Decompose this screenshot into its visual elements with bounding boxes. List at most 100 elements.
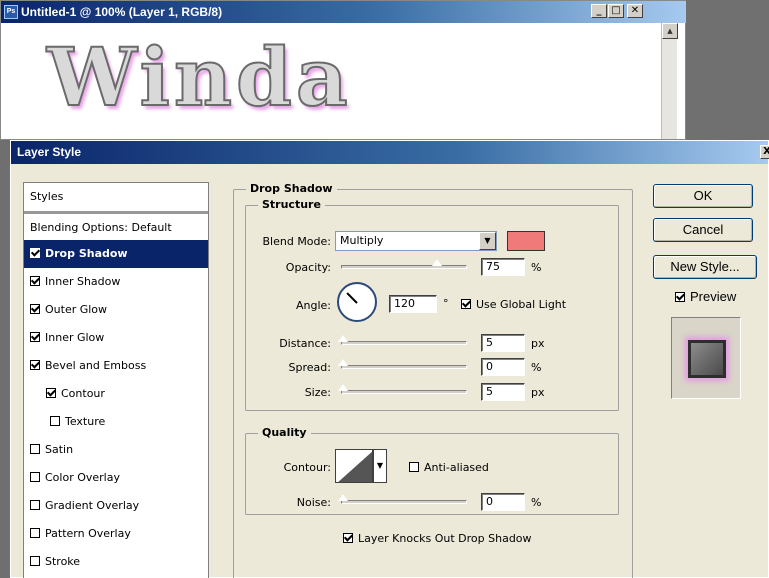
scroll-up-arrow-icon[interactable]: ▲ xyxy=(662,23,678,39)
distance-label: Distance: xyxy=(279,337,331,350)
blend-mode-select[interactable]: Multiply ▼ xyxy=(335,231,497,251)
use-global-light-label: Use Global Light xyxy=(476,298,567,311)
checkbox-checked-icon[interactable] xyxy=(30,360,40,370)
noise-input[interactable]: 0 xyxy=(481,493,525,511)
checkbox-checked-icon xyxy=(675,292,685,302)
checkbox-unchecked-icon[interactable] xyxy=(30,444,40,454)
style-item-label: Pattern Overlay xyxy=(45,527,131,540)
spread-slider-thumb[interactable] xyxy=(337,359,349,367)
style-item-inner-shadow[interactable]: Inner Shadow xyxy=(24,268,208,296)
checkbox-checked-icon[interactable] xyxy=(30,248,40,258)
blending-options-item[interactable]: Blending Options: Default xyxy=(24,212,208,240)
checkbox-unchecked-icon[interactable] xyxy=(30,500,40,510)
size-unit: px xyxy=(531,386,545,399)
noise-slider-thumb[interactable] xyxy=(337,494,349,502)
opacity-input[interactable]: 75 xyxy=(481,258,525,276)
structure-heading: Structure xyxy=(258,198,325,211)
style-item-drop-shadow[interactable]: Drop Shadow xyxy=(24,240,208,268)
style-item-outer-glow[interactable]: Outer Glow xyxy=(24,296,208,324)
checkbox-checked-icon[interactable] xyxy=(30,304,40,314)
blend-mode-label: Blend Mode: xyxy=(262,235,332,248)
style-item-pattern-overlay[interactable]: Pattern Overlay xyxy=(24,520,208,548)
distance-unit: px xyxy=(531,337,545,350)
opacity-slider-thumb[interactable] xyxy=(430,259,443,267)
style-item-bevel-and-emboss[interactable]: Bevel and Emboss xyxy=(24,352,208,380)
checkbox-checked-icon[interactable] xyxy=(30,332,40,342)
style-item-satin[interactable]: Satin xyxy=(24,436,208,464)
dialog-title-bar[interactable]: Layer Style X xyxy=(11,141,769,164)
angle-label: Angle: xyxy=(295,299,331,312)
angle-dial[interactable] xyxy=(337,282,377,322)
document-title: Untitled-1 @ 100% (Layer 1, RGB/8) xyxy=(21,5,223,19)
style-item-label: Gradient Overlay xyxy=(45,499,140,512)
knockout-label: Layer Knocks Out Drop Shadow xyxy=(358,532,532,545)
styles-header[interactable]: Styles xyxy=(24,183,208,212)
style-item-color-overlay[interactable]: Color Overlay xyxy=(24,464,208,492)
minimize-button[interactable]: _ xyxy=(591,4,607,18)
size-slider[interactable] xyxy=(337,384,467,394)
style-item-label: Satin xyxy=(45,443,74,456)
shadow-color-swatch[interactable] xyxy=(507,231,545,251)
chevron-down-icon[interactable]: ▼ xyxy=(479,232,496,250)
checkbox-unchecked-icon[interactable] xyxy=(30,556,40,566)
vertical-scrollbar[interactable]: ▲ xyxy=(661,23,678,139)
knockout-checkbox[interactable]: Layer Knocks Out Drop Shadow xyxy=(343,532,532,545)
photoshop-icon: Ps xyxy=(4,5,18,19)
noise-unit: % xyxy=(531,496,542,509)
checkbox-unchecked-icon[interactable] xyxy=(30,528,40,538)
distance-slider-thumb[interactable] xyxy=(337,335,349,343)
dialog-close-button[interactable]: X xyxy=(760,145,769,159)
ok-button[interactable]: OK xyxy=(653,184,753,208)
use-global-light-checkbox[interactable]: Use Global Light xyxy=(461,298,566,311)
window-controls: _ □ ✕ xyxy=(591,4,643,18)
size-input[interactable]: 5 xyxy=(481,383,525,401)
size-slider-thumb[interactable] xyxy=(337,384,349,392)
style-item-inner-glow[interactable]: Inner Glow xyxy=(24,324,208,352)
spread-input[interactable]: 0 xyxy=(481,358,525,376)
checkbox-unchecked-icon[interactable] xyxy=(50,416,60,426)
style-item-contour[interactable]: Contour xyxy=(24,380,208,408)
checkbox-checked-icon[interactable] xyxy=(46,388,56,398)
maximize-button[interactable]: □ xyxy=(608,4,624,18)
checkbox-checked-icon xyxy=(461,299,471,309)
style-item-gradient-overlay[interactable]: Gradient Overlay xyxy=(24,492,208,520)
contour-dropdown-chevron-icon[interactable]: ▼ xyxy=(373,449,387,483)
style-preview xyxy=(671,317,741,399)
style-item-label: Color Overlay xyxy=(45,471,120,484)
style-item-label: Texture xyxy=(65,415,106,428)
preview-label: Preview xyxy=(690,289,737,304)
cancel-button[interactable]: Cancel xyxy=(653,218,753,242)
checkbox-checked-icon xyxy=(343,533,353,543)
angle-unit: ° xyxy=(443,297,449,310)
style-item-label: Inner Shadow xyxy=(45,275,121,288)
checkbox-unchecked-icon[interactable] xyxy=(30,472,40,482)
noise-slider[interactable] xyxy=(337,494,467,504)
canvas-text-layer: Winda xyxy=(46,30,352,124)
style-item-texture[interactable]: Texture xyxy=(24,408,208,436)
style-item-label: Stroke xyxy=(45,555,81,568)
spread-unit: % xyxy=(531,361,542,374)
checkbox-checked-icon[interactable] xyxy=(30,276,40,286)
styles-list: Styles Blending Options: Default Drop Sh… xyxy=(23,182,209,578)
close-button[interactable]: ✕ xyxy=(627,4,643,18)
blend-mode-value: Multiply xyxy=(340,234,384,247)
opacity-label: Opacity: xyxy=(285,261,331,274)
document-window: Ps Untitled-1 @ 100% (Layer 1, RGB/8) _ … xyxy=(0,0,687,140)
new-style-button[interactable]: New Style... xyxy=(653,255,757,279)
drop-shadow-heading: Drop Shadow xyxy=(246,182,337,195)
distance-input[interactable]: 5 xyxy=(481,334,525,352)
style-preview-thumbnail xyxy=(688,340,726,378)
contour-preview[interactable] xyxy=(335,449,373,483)
preview-checkbox[interactable]: Preview xyxy=(675,289,736,304)
contour-label: Contour: xyxy=(283,461,331,474)
opacity-slider[interactable] xyxy=(341,259,467,269)
anti-aliased-checkbox[interactable]: Anti-aliased xyxy=(409,461,489,474)
document-title-bar[interactable]: Ps Untitled-1 @ 100% (Layer 1, RGB/8) _ … xyxy=(1,1,687,23)
spread-slider[interactable] xyxy=(337,359,467,369)
style-item-stroke[interactable]: Stroke xyxy=(24,548,208,576)
dialog-title: Layer Style xyxy=(17,145,82,159)
distance-slider[interactable] xyxy=(337,335,467,345)
style-item-label: Bevel and Emboss xyxy=(45,359,147,372)
style-item-label: Drop Shadow xyxy=(45,247,128,260)
angle-input[interactable]: 120 xyxy=(389,295,437,313)
